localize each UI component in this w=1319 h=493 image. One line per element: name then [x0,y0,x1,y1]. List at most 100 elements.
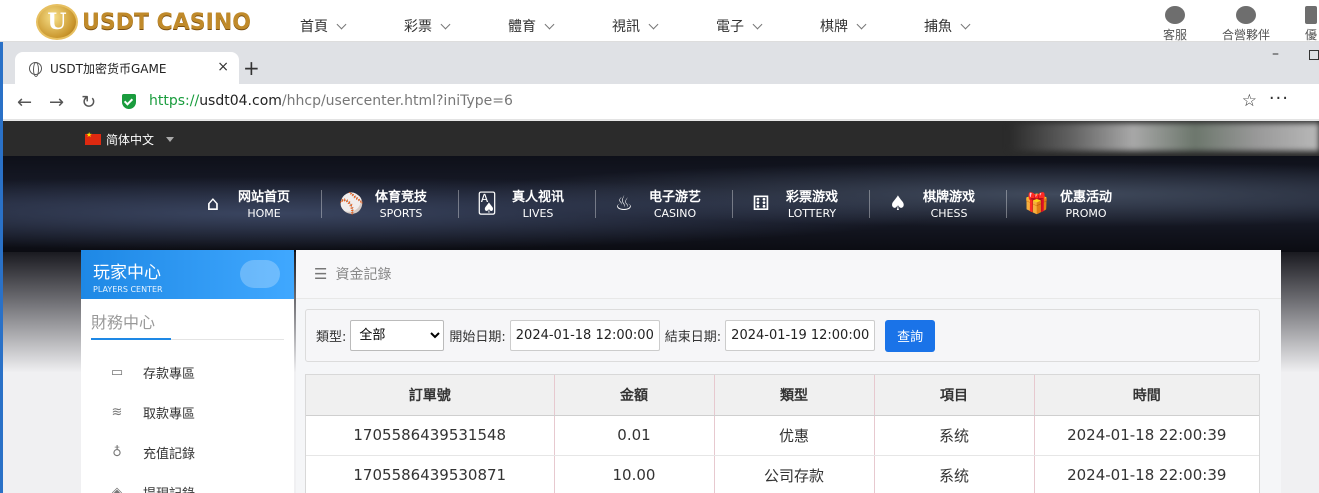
main-nav-sports[interactable]: ⚾ 体育竞技 SPORTS [321,186,472,220]
main-nav-lottery[interactable]: ⚅ 彩票游戏 LOTTERY [732,186,883,220]
table-header-row: 訂單號 金額 類型 項目 時間 [306,375,1259,416]
sidebar-header: 玩家中心 PLAYERS CENTER [81,250,294,299]
chevron-down-icon [856,19,867,29]
main-nav: ⌂ 网站首页 HOME ⚾ 体育竞技 SPORTS 🂡 真人视讯 LIVES ♨ 电子… [198,186,1157,220]
browser-tab[interactable]: USDT加密货币GAME × [15,52,239,84]
top-nav-electronic[interactable]: 電子 [716,16,820,36]
page-title: 資金記錄 [335,267,392,283]
type-label: 類型: [316,330,347,345]
player-sidebar: 玩家中心 PLAYERS CENTER 財務中心 ▭ 存款專區 ≋ 取款專區 ♁… [81,250,294,493]
home-icon: ⌂ [206,191,220,215]
minimize-button[interactable]: – [1272,46,1279,62]
sidebar-list: ▭ 存款專區 ≋ 取款專區 ♁ 充值記錄 ◈ 提現記錄 [81,352,294,493]
cell-order-id: 1705586439531548 [306,415,555,456]
background-site-header: U USDT CASINO 首頁 彩票 體育 視訊 電子 棋牌 捕魚 客服 合營… [0,0,1319,42]
partner-link[interactable]: 合營夥伴 [1222,6,1270,43]
language-selector[interactable]: 简体中文 [85,131,175,148]
close-icon[interactable]: × [217,59,229,75]
card-icon: ▭ [110,364,124,380]
dice-icon: ⚅ [752,191,770,215]
main-nav-home[interactable]: ⌂ 网站首页 HOME [198,186,335,220]
globe-icon [29,61,42,77]
url-field[interactable]: https://usdt04.com/hhcp/usercenter.html?… [149,93,513,109]
china-flag-icon [85,131,101,145]
cell-time: 2024-01-18 22:00:39 [1034,455,1259,493]
chevron-down-icon [336,19,347,29]
spade-icon: ♠ [889,191,907,215]
filter-bar: 類型: 全部 開始日期: 結束日期: 查詢 [305,309,1260,362]
gift-icon: 🎁 [1024,191,1049,215]
menu-icon: ☰ [314,265,328,283]
back-button[interactable]: ← [17,92,32,113]
money-icon: ≋ [111,404,123,420]
sidebar-item-recharge-records[interactable]: ♁ 充值記錄 [81,432,294,472]
top-nav-chess[interactable]: 棋牌 [820,16,924,36]
end-date-label: 結束日期: [664,330,722,345]
sidebar-item-withdraw-records[interactable]: ◈ 提現記錄 [81,472,294,493]
secure-shield-icon [122,94,136,109]
end-date-input[interactable] [725,320,876,351]
chevron-down-icon [648,19,659,29]
start-date-label: 開始日期: [449,330,506,345]
people-icon [1236,6,1256,24]
table-row: 1705586439531548 0.01 优惠 系统 2024-01-18 2… [306,415,1259,456]
top-nav-lottery[interactable]: 彩票 [404,16,508,36]
main-banner: ⌂ 网站首页 HOME ⚾ 体育竞技 SPORTS 🂡 真人视讯 LIVES ♨ 电子… [3,156,1319,252]
cell-time: 2024-01-18 22:00:39 [1034,415,1259,456]
start-date-input[interactable] [509,320,660,351]
maximize-button[interactable] [1309,50,1319,60]
main-nav-promo[interactable]: 🎁 优惠活动 PROMO [1006,186,1157,220]
cell-item: 系统 [874,455,1035,493]
site-logo[interactable]: U USDT CASINO [36,4,251,40]
top-nav-video[interactable]: 視訊 [612,16,716,36]
sidebar-item-deposit[interactable]: ▭ 存款專區 [81,352,294,392]
new-tab-button[interactable]: + [243,56,260,80]
col-amount: 金額 [554,375,715,416]
bookmark-star-icon[interactable]: ☆ [1242,91,1257,111]
customer-service-link[interactable]: 客服 [1163,6,1187,43]
records-table: 訂單號 金額 類型 項目 時間 1705586439531548 0.01 优惠… [305,374,1260,493]
cell-type: 公司存款 [714,455,875,493]
type-select[interactable]: 全部 [350,320,445,351]
forward-button[interactable]: → [49,92,64,113]
col-type: 類型 [714,375,875,416]
main-nav-chess[interactable]: ♠ 棋牌游戏 CHESS [869,186,1020,220]
main-nav-casino[interactable]: ♨ 电子游艺 CASINO [595,186,746,220]
sidebar-section-finance[interactable]: 財務中心 [91,309,284,340]
browser-address-bar: ← → ↻ https://usdt04.com/hhcp/usercenter… [3,84,1319,120]
col-order-id: 訂單號 [306,375,555,416]
chevron-down-icon [544,19,555,29]
cards-icon: 🂡 [476,191,498,215]
col-item: 項目 [874,375,1035,416]
caret-down-icon [166,137,175,142]
tab-title: USDT加密货币GAME [50,61,167,76]
query-button[interactable]: 查詢 [885,319,936,352]
cell-amount: 0.01 [554,415,715,456]
ball-icon: ⚾ [339,191,364,215]
money-bag-icon: ♁ [112,444,122,460]
sidebar-item-withdraw[interactable]: ≋ 取款專區 [81,392,294,432]
table-row: 1705586439530871 10.00 公司存款 系统 2024-01-1… [306,455,1259,493]
language-bar: 简体中文 [3,121,1319,156]
reload-button[interactable]: ↻ [81,92,96,113]
top-nav-fishing[interactable]: 捕魚 [924,16,1028,36]
top-nav-home[interactable]: 首頁 [300,16,404,36]
chevron-down-icon [960,19,971,29]
logo-text: USDT CASINO [82,9,251,35]
chevron-down-icon [752,19,763,29]
slot-icon: ♨ [615,191,633,215]
gamepad-icon [240,260,280,288]
blurred-region [1009,123,1319,151]
fund-records-panel: ☰ 資金記錄 類型: 全部 開始日期: 結束日期: 查詢 訂單號 [296,250,1281,493]
gift-icon [1305,6,1317,24]
cell-type: 优惠 [714,415,875,456]
breadcrumb: ☰ 資金記錄 [296,250,1281,299]
chevron-down-icon [440,19,451,29]
more-menu-icon[interactable]: ··· [1269,88,1289,109]
main-nav-lives[interactable]: 🂡 真人视讯 LIVES [458,186,609,220]
site-top-nav: 首頁 彩票 體育 視訊 電子 棋牌 捕魚 [300,16,1028,36]
top-nav-sports[interactable]: 體育 [508,16,612,36]
cell-item: 系统 [874,415,1035,456]
col-time: 時間 [1034,375,1259,416]
promo-link[interactable]: 優 [1305,6,1317,43]
